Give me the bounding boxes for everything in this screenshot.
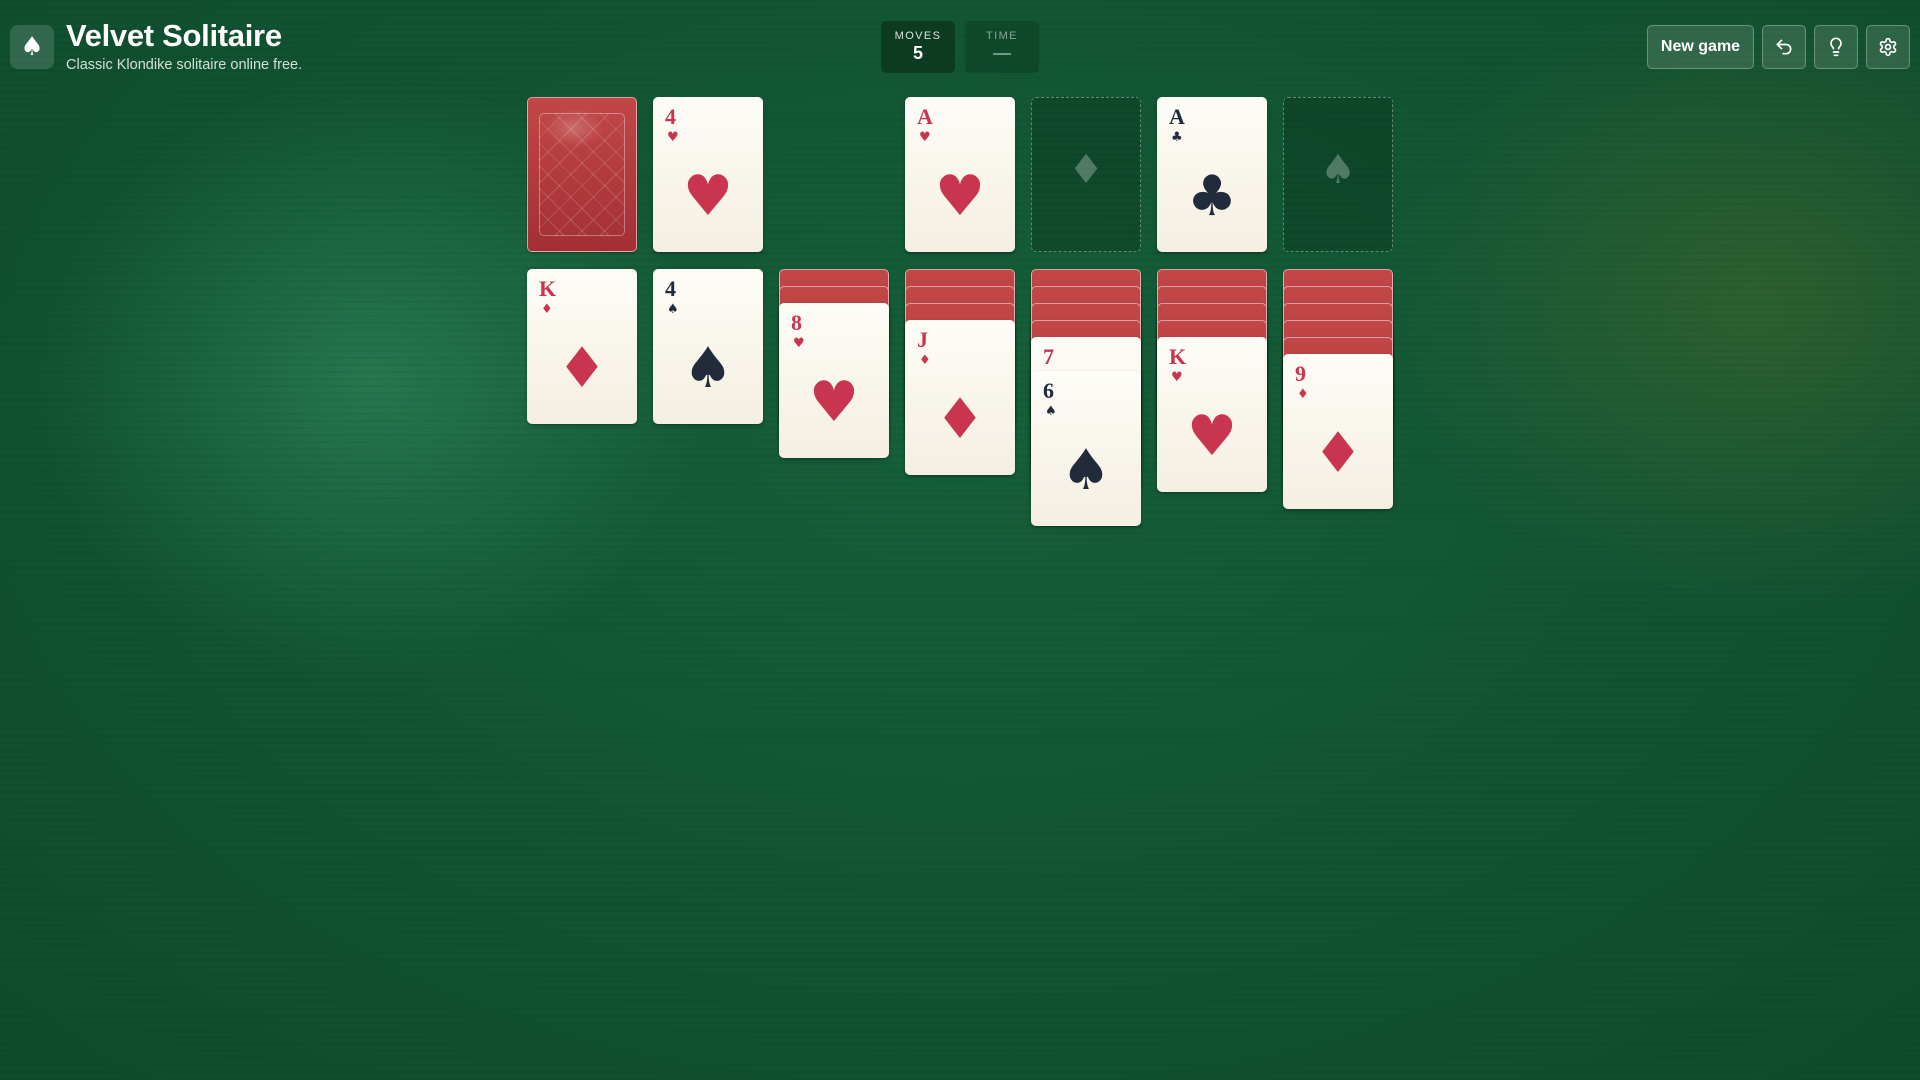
card-rank: 8 (791, 310, 802, 335)
moves-counter: MOVES 5 (881, 21, 955, 73)
card-rank: 4 (665, 276, 676, 301)
undo-icon (1776, 39, 1792, 55)
card-suit-pip: ♥ (1171, 370, 1183, 385)
card-rank: K (539, 276, 557, 301)
card-suit-pip: ♠ (1045, 404, 1057, 419)
tableau-5-card[interactable]: 6 ♠ ♠ (1031, 371, 1141, 526)
card-suit-pip: ♣ (1171, 130, 1183, 145)
card-rank: 6 (1043, 378, 1054, 403)
time-value: — (993, 43, 1011, 63)
card-suit-center: ♠ (682, 336, 734, 401)
app-subtitle: Classic Klondike solitaire online free. (66, 57, 303, 73)
tableau-2-card[interactable]: 4 ♠ ♠ (653, 269, 763, 424)
spade-logo-icon: ♠ (10, 25, 54, 69)
time-label: TIME (986, 30, 1018, 42)
card-suit-pip: ♥ (919, 130, 931, 145)
card-rank: A (1169, 104, 1185, 129)
card-suit-pip: ♠ (667, 302, 679, 317)
card-suit-center: ♣ (1186, 164, 1238, 229)
settings-button[interactable] (1866, 25, 1910, 69)
app-title: Velvet Solitaire (66, 18, 282, 53)
moves-value: 5 (912, 43, 923, 63)
card-suit-center: ♠ (1060, 438, 1112, 503)
card-rank: 4 (665, 104, 676, 129)
card-suit-center: ♥ (934, 164, 986, 229)
time-counter: TIME — (965, 21, 1039, 73)
stock-pile[interactable] (527, 97, 637, 252)
tableau-1-card[interactable]: K ♦ ♦ (527, 269, 637, 424)
tableau-4-card[interactable]: J ♦ ♦ (905, 320, 1015, 475)
moves-label: MOVES (894, 30, 942, 42)
tableau-3-card[interactable]: 8 ♥ ♥ (779, 303, 889, 458)
diamond-placeholder-icon: ♦ (1068, 147, 1104, 193)
undo-button[interactable] (1762, 25, 1806, 69)
card-suit-pip: ♦ (541, 302, 553, 317)
lightbulb-icon (1830, 37, 1842, 57)
card-suit-pip: ♥ (793, 336, 805, 351)
foundation-clubs[interactable]: A ♣ ♣ (1157, 97, 1267, 252)
card-suit-pip: ♦ (1297, 387, 1309, 402)
card-suit-center: ♥ (1186, 404, 1238, 469)
foundation-spades-empty[interactable]: ♠ (1283, 97, 1393, 252)
card-suit-pip: ♦ (919, 353, 931, 368)
hint-button[interactable] (1814, 25, 1858, 69)
card-rank: J (917, 327, 928, 352)
tableau-6-card[interactable]: K ♥ ♥ (1157, 337, 1267, 492)
new-game-button[interactable]: New game (1647, 25, 1754, 69)
card-suit-pip: ♥ (667, 130, 679, 145)
card-rank: A (917, 104, 933, 129)
card-rank: 9 (1295, 361, 1306, 386)
foundation-diamonds-empty[interactable]: ♦ (1031, 97, 1141, 252)
waste-card[interactable]: 4 ♥ ♥ (653, 97, 763, 252)
tableau-7-card[interactable]: 9 ♦ ♦ (1283, 354, 1393, 509)
spade-placeholder-icon: ♠ (1320, 147, 1356, 193)
foundation-hearts[interactable]: A ♥ ♥ (905, 97, 1015, 252)
card-suit-center: ♦ (1312, 421, 1364, 486)
card-suit-center: ♥ (808, 370, 860, 435)
card-suit-center: ♦ (934, 387, 986, 452)
card-suit-center: ♥ (682, 164, 734, 229)
card-rank: K (1169, 344, 1187, 369)
card-suit-center: ♦ (556, 336, 608, 401)
card-rank: 7 (1043, 344, 1054, 369)
gear-icon (1879, 37, 1897, 57)
